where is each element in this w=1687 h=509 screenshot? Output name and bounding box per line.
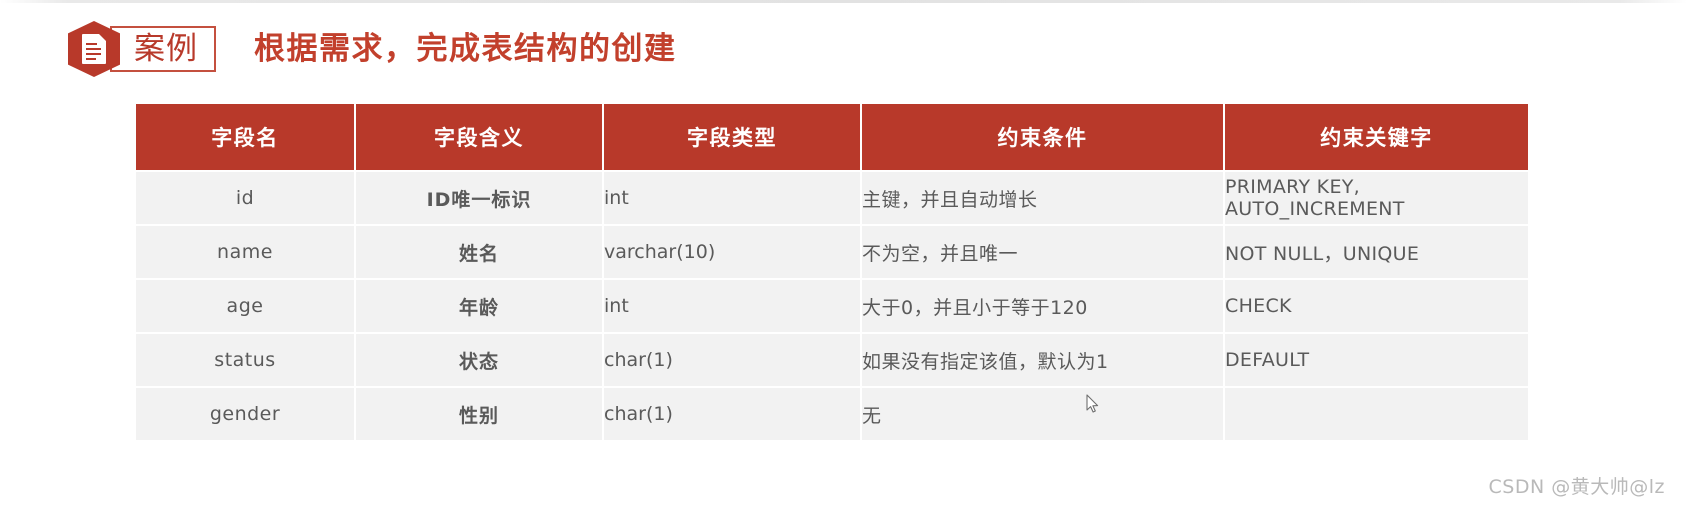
cell-constraint: 不为空，并且唯一 xyxy=(862,226,1223,278)
cell-field: age xyxy=(136,280,354,332)
page-title: 根据需求，完成表结构的创建 xyxy=(254,30,677,67)
column-header-meaning: 字段含义 xyxy=(356,104,602,170)
case-badge-box: 案例 xyxy=(110,26,216,72)
table-body: id ID唯一标识 int 主键，并且自动增长 PRIMARY KEY, AUT… xyxy=(136,172,1528,440)
cell-field: gender xyxy=(136,388,354,440)
table-row: name 姓名 varchar(10) 不为空，并且唯一 NOT NULL，UN… xyxy=(136,226,1528,278)
spec-table-container: 字段名 字段含义 字段类型 约束条件 约束关键字 id ID唯一标识 int 主… xyxy=(136,104,1528,440)
column-header-type: 字段类型 xyxy=(604,104,860,170)
column-header-keyword: 约束关键字 xyxy=(1225,104,1528,170)
cell-meaning: ID唯一标识 xyxy=(356,172,602,224)
cell-type: int xyxy=(604,280,860,332)
case-badge: 案例 xyxy=(68,21,216,77)
cell-meaning: 姓名 xyxy=(356,226,602,278)
cell-keyword: NOT NULL，UNIQUE xyxy=(1225,226,1528,278)
table-row: id ID唯一标识 int 主键，并且自动增长 PRIMARY KEY, AUT… xyxy=(136,172,1528,224)
table-row: gender 性别 char(1) 无 xyxy=(136,388,1528,440)
cell-field: id xyxy=(136,172,354,224)
csdn-watermark: CSDN @黄大帅@lz xyxy=(1488,476,1665,498)
cell-constraint: 无 xyxy=(862,388,1223,440)
slide-canvas: 案例 根据需求，完成表结构的创建 字段名 字段含义 字段类型 约束条件 约束关键… xyxy=(0,0,1687,509)
document-lines-shape xyxy=(86,43,101,63)
table-row: age 年龄 int 大于0，并且小于等于120 CHECK xyxy=(136,280,1528,332)
cell-field: name xyxy=(136,226,354,278)
table-row: status 状态 char(1) 如果没有指定该值，默认为1 DEFAULT xyxy=(136,334,1528,386)
column-header-constraint: 约束条件 xyxy=(862,104,1223,170)
cell-type: char(1) xyxy=(604,334,860,386)
table-header-row: 字段名 字段含义 字段类型 约束条件 约束关键字 xyxy=(136,104,1528,170)
cell-constraint: 大于0，并且小于等于120 xyxy=(862,280,1223,332)
cell-keyword: PRIMARY KEY, AUTO_INCREMENT xyxy=(1225,172,1528,224)
cell-meaning: 性别 xyxy=(356,388,602,440)
cell-type: char(1) xyxy=(604,388,860,440)
cell-keyword: DEFAULT xyxy=(1225,334,1528,386)
table-header: 字段名 字段含义 字段类型 约束条件 约束关键字 xyxy=(136,104,1528,170)
cell-keyword: CHECK xyxy=(1225,280,1528,332)
cell-meaning: 年龄 xyxy=(356,280,602,332)
spec-table: 字段名 字段含义 字段类型 约束条件 约束关键字 id ID唯一标识 int 主… xyxy=(134,102,1530,442)
case-badge-label: 案例 xyxy=(134,30,198,67)
document-icon xyxy=(68,21,120,77)
cell-constraint: 如果没有指定该值，默认为1 xyxy=(862,334,1223,386)
cell-field: status xyxy=(136,334,354,386)
cell-type: int xyxy=(604,172,860,224)
cell-keyword xyxy=(1225,388,1528,440)
column-header-field: 字段名 xyxy=(136,104,354,170)
top-divider xyxy=(0,0,1687,3)
cell-meaning: 状态 xyxy=(356,334,602,386)
slide-header: 案例 根据需求，完成表结构的创建 xyxy=(68,18,677,80)
cell-type: varchar(10) xyxy=(604,226,860,278)
cell-constraint: 主键，并且自动增长 xyxy=(862,172,1223,224)
